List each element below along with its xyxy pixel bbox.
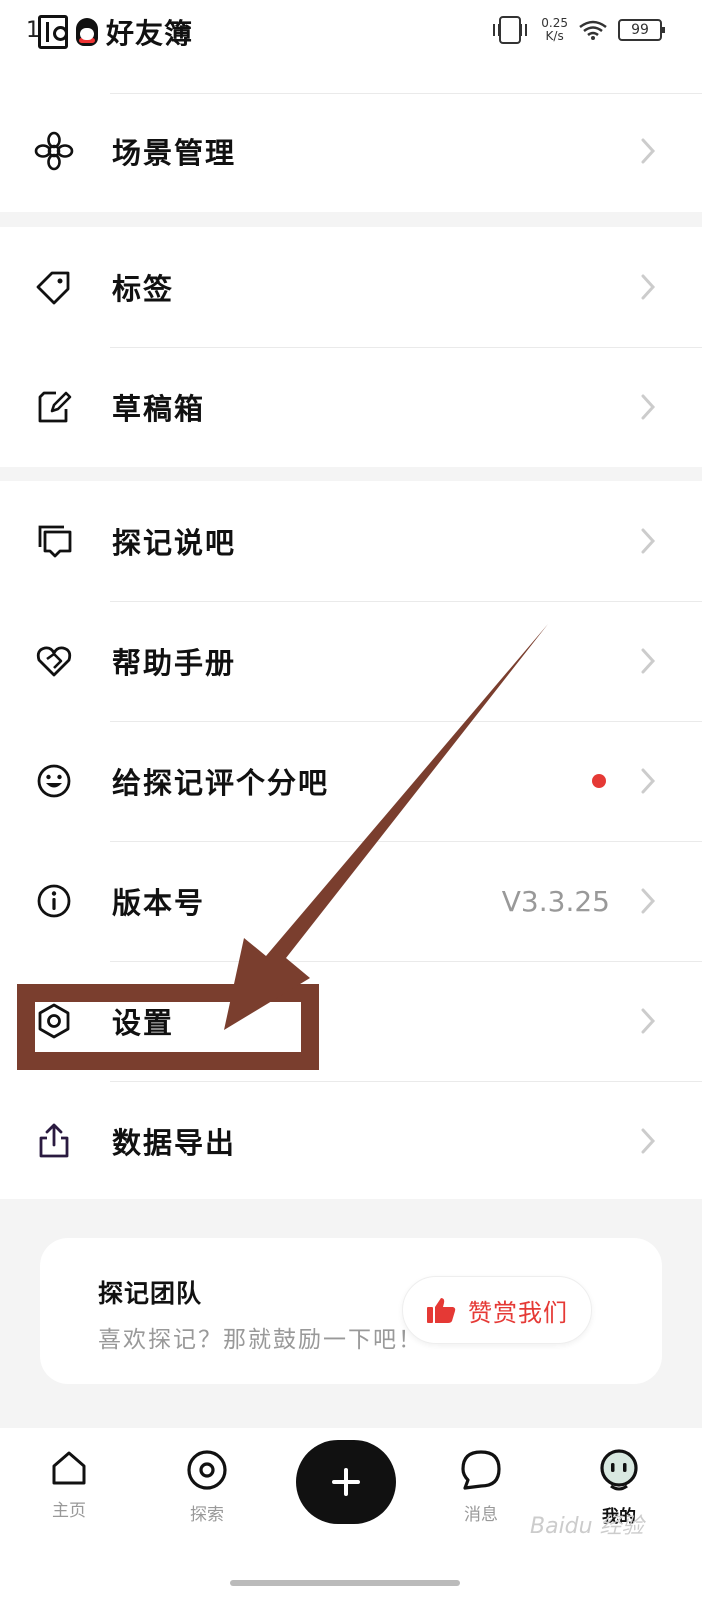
tab-label: 消息 xyxy=(464,1505,498,1525)
reward-button[interactable]: 赞赏我们 xyxy=(402,1276,592,1344)
explore-target-icon xyxy=(187,1450,227,1490)
home-indicator[interactable] xyxy=(230,1580,460,1586)
menu-label: 场景管理 xyxy=(112,136,237,170)
chevron-right-icon xyxy=(641,768,656,794)
menu-item-rate[interactable]: 给探记评个分吧 xyxy=(0,721,702,841)
tab-label: 主页 xyxy=(52,1501,86,1521)
flower-icon xyxy=(34,131,74,171)
version-value: V3.3.25 xyxy=(501,884,610,918)
bottom-tab-bar: 主页 探索 消息 我的 Baidu 经验 xyxy=(0,1428,702,1600)
menu-group-3: 探记说吧 帮助手册 给探记评个分吧 版本号 V3.3.25 设置 数据导出 xyxy=(0,481,702,1199)
menu-item-drafts[interactable]: 草稿箱 xyxy=(0,347,702,467)
divider xyxy=(110,601,702,602)
battery-indicator: 99 xyxy=(618,19,665,41)
menu-group-2: 标签 草稿箱 xyxy=(0,227,702,467)
qq-penguin-icon xyxy=(76,18,98,46)
profile-avatar-icon xyxy=(600,1449,638,1491)
status-bar: 1 好友簿 0.25 K/s 99 xyxy=(0,0,702,90)
wifi-icon xyxy=(579,20,607,40)
menu-label: 数据导出 xyxy=(112,1126,237,1160)
chevron-right-icon xyxy=(641,1008,656,1034)
network-speed: 0.25 K/s xyxy=(541,17,568,43)
team-card-subtitle: 喜欢探记？那就鼓励一下吧！ xyxy=(98,1327,423,1353)
menu-item-tags[interactable]: 标签 xyxy=(0,227,702,347)
home-icon xyxy=(52,1451,86,1485)
menu-label: 设置 xyxy=(112,1006,175,1040)
contact-book-icon xyxy=(38,15,68,49)
menu-item-talk[interactable]: 探记说吧 xyxy=(0,481,702,601)
settings-hexagon-icon xyxy=(38,1003,70,1039)
menu-item-settings[interactable]: 设置 xyxy=(0,961,702,1081)
menu-label: 帮助手册 xyxy=(112,646,237,680)
menu-item-help[interactable]: 帮助手册 xyxy=(0,601,702,721)
network-speed-value: 0.25 xyxy=(541,16,568,30)
menu-label: 版本号 xyxy=(112,886,206,920)
menu-item-export[interactable]: 数据导出 xyxy=(0,1081,702,1201)
chevron-right-icon xyxy=(641,1128,656,1154)
status-app-info: 好友簿 xyxy=(38,12,193,52)
divider xyxy=(110,93,702,94)
divider xyxy=(110,841,702,842)
plus-icon xyxy=(332,1468,360,1496)
team-card: 探记团队 喜欢探记？那就鼓励一下吧！ 赞赏我们 xyxy=(40,1238,662,1384)
menu-group-1: 场景管理 xyxy=(0,90,702,212)
menu-item-scene-management[interactable]: 场景管理 xyxy=(0,90,702,212)
smiley-icon xyxy=(37,764,71,798)
divider xyxy=(110,961,702,962)
team-card-title: 探记团队 xyxy=(98,1279,203,1308)
divider xyxy=(110,1081,702,1082)
network-speed-unit: K/s xyxy=(545,29,564,43)
chevron-right-icon xyxy=(641,888,656,914)
menu-label: 草稿箱 xyxy=(112,392,206,426)
notification-dot xyxy=(592,774,606,788)
share-upload-icon xyxy=(39,1123,69,1158)
tag-icon xyxy=(36,271,70,305)
tab-messages[interactable]: 消息 xyxy=(446,1448,516,1525)
add-post-button[interactable] xyxy=(296,1440,396,1524)
chevron-right-icon xyxy=(641,648,656,674)
edit-document-icon xyxy=(38,391,72,423)
divider xyxy=(110,347,702,348)
heart-icon xyxy=(36,646,72,677)
divider xyxy=(110,721,702,722)
menu-label: 探记说吧 xyxy=(112,526,237,560)
watermark: Baidu 经验 xyxy=(530,1514,644,1539)
info-icon xyxy=(37,884,71,918)
menu-label: 标签 xyxy=(112,272,175,306)
thumbs-up-icon xyxy=(427,1298,456,1323)
chevron-right-icon xyxy=(641,394,656,420)
chat-bubbles-icon xyxy=(38,525,72,558)
status-indicators: 0.25 K/s 99 xyxy=(493,16,665,44)
chevron-right-icon xyxy=(641,274,656,300)
tab-label: 探索 xyxy=(190,1505,224,1525)
status-app-title: 好友簿 xyxy=(106,17,194,50)
message-bubble-icon xyxy=(461,1450,501,1490)
menu-item-version[interactable]: 版本号 V3.3.25 xyxy=(0,841,702,961)
menu-label: 给探记评个分吧 xyxy=(112,766,330,800)
tab-explore[interactable]: 探索 xyxy=(172,1448,242,1525)
vibrate-icon xyxy=(493,16,528,44)
tab-home[interactable]: 主页 xyxy=(34,1448,104,1521)
reward-button-label: 赞赏我们 xyxy=(468,1298,568,1327)
chevron-right-icon xyxy=(641,528,656,554)
chevron-right-icon xyxy=(641,138,656,164)
